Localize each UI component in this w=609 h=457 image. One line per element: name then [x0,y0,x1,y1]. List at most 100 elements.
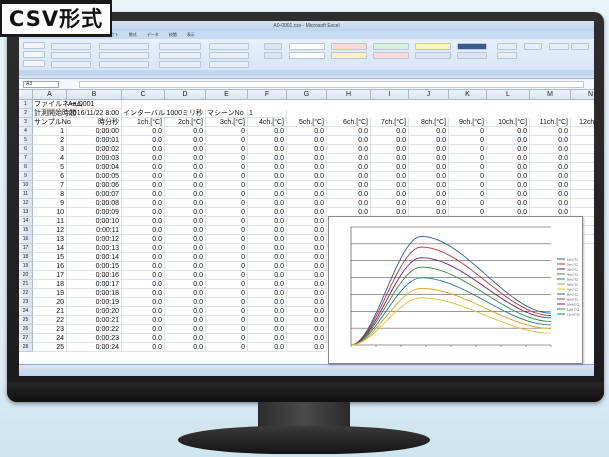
cell[interactable]: 0:00:24 [67,343,122,352]
cell[interactable]: 0.0 [327,190,371,199]
cell[interactable]: 0 [206,316,248,325]
cell[interactable]: 0.0 [248,289,287,298]
cell[interactable]: 0 [206,289,248,298]
cell[interactable]: 0.0 [530,199,571,208]
cell[interactable]: 0.0 [287,316,327,325]
column-header[interactable]: K [449,90,487,100]
cell[interactable]: 0.0 [530,181,571,190]
cell[interactable]: 0.0 [122,289,165,298]
ribbon-button[interactable] [415,52,451,59]
cell[interactable]: 0.0 [248,244,287,253]
cell[interactable]: 0 [206,226,248,235]
ribbon-tab[interactable]: 表示 [187,31,195,39]
ribbon-button[interactable] [524,43,542,50]
cell[interactable]: 0.0 [487,163,530,172]
cell[interactable]: 0 [206,325,248,334]
cell[interactable]: 0.0 [165,208,206,217]
cell[interactable]: 0.0 [248,181,287,190]
cell[interactable]: 0.0 [530,172,571,181]
cell[interactable]: 0 [449,154,487,163]
cell[interactable]: 0 [449,172,487,181]
ribbon-button[interactable] [264,43,282,50]
ribbon-tab[interactable]: 数式 [129,31,137,39]
cell[interactable]: 0.0 [248,154,287,163]
cell[interactable]: 0 [206,253,248,262]
cell[interactable]: 0.0 [327,154,371,163]
cell[interactable]: 0.0 [371,145,409,154]
cell[interactable]: 0.0 [165,127,206,136]
cell[interactable]: 10ch.[°C] [487,118,530,127]
row-header[interactable]: 27 [19,334,33,343]
cell[interactable]: 0:00:23 [67,334,122,343]
cell[interactable]: 2 [33,136,67,145]
cell[interactable]: 0.0 [530,154,571,163]
cell[interactable]: 0:00:03 [67,154,122,163]
cell[interactable]: 5ch.[°C] [287,118,327,127]
cell[interactable]: 0 [206,208,248,217]
row-header[interactable]: 14 [19,217,33,226]
ribbon-button[interactable] [51,52,91,59]
formula-bar[interactable] [79,81,584,88]
cell[interactable]: 0:00:11 [67,226,122,235]
cell[interactable]: 0.0 [287,289,327,298]
cell[interactable]: 0.0 [287,307,327,316]
row-header[interactable]: 19 [19,262,33,271]
cell[interactable]: 0 [449,145,487,154]
ribbon-button[interactable] [159,43,201,50]
cell[interactable]: 15 [33,253,67,262]
cell[interactable]: 0.0 [487,199,530,208]
embedded-line-chart[interactable]: 1ch.[°C] 2ch.[°C] 3ch.[°C] 4ch.[°C] 5ch.[°C]… [328,216,583,364]
cell[interactable]: 0 [449,163,487,172]
cell[interactable]: 0.0 [122,226,165,235]
row-header[interactable]: 8 [19,163,33,172]
cell[interactable]: 0 [206,334,248,343]
cell[interactable]: 0.0 [487,154,530,163]
cell[interactable]: 6 [33,172,67,181]
cell[interactable]: 2016/11/22 8:00 [67,109,122,118]
cell[interactable]: 0.0 [530,145,571,154]
cell[interactable]: 4ch.[°C] [248,118,287,127]
cell[interactable]: 0.0 [287,181,327,190]
cell[interactable]: 0:00:18 [67,289,122,298]
cell[interactable]: 0.0 [122,235,165,244]
cell[interactable]: 0.0 [287,226,327,235]
cell[interactable]: 0.0 [371,199,409,208]
cell[interactable]: 3 [33,145,67,154]
cell[interactable]: 0 [206,127,248,136]
cell[interactable]: 0.0 [122,127,165,136]
cell[interactable]: 0.0 [287,298,327,307]
cell[interactable]: 19 [33,289,67,298]
select-all-corner[interactable] [19,90,33,100]
row-header[interactable]: 26 [19,325,33,334]
cell[interactable]: 12 [33,226,67,235]
row-header[interactable]: 3 [19,118,33,127]
cell[interactable]: 4 [33,154,67,163]
cell[interactable]: 14 [33,244,67,253]
cell[interactable]: 0.0 [165,262,206,271]
column-header[interactable]: I [371,90,409,100]
row-header[interactable]: 11 [19,190,33,199]
cell[interactable]: 0.0 [165,253,206,262]
ribbon-button[interactable] [209,61,249,68]
cell[interactable]: 0.0 [287,253,327,262]
cell[interactable]: 0.0 [287,163,327,172]
cell[interactable]: 11 [33,217,67,226]
ribbon-button[interactable] [51,61,91,68]
cell[interactable]: 0.0 [327,145,371,154]
row-header[interactable]: 2 [19,109,33,118]
cell[interactable]: 0.0 [248,307,287,316]
cell[interactable]: 0.0 [487,181,530,190]
cell[interactable]: 0.0 [122,190,165,199]
cell[interactable]: 0.0 [571,154,594,163]
column-header[interactable]: F [248,90,287,100]
cell[interactable]: 0.0 [287,325,327,334]
cell[interactable]: 0.0 [248,127,287,136]
cell[interactable]: 0.0 [122,343,165,352]
cell[interactable]: 0.0 [165,280,206,289]
cell[interactable]: 0.0 [122,325,165,334]
ribbon-tab[interactable]: データ [147,31,159,39]
cell[interactable]: 10 [33,208,67,217]
cell[interactable]: 0:00:12 [67,235,122,244]
cell[interactable]: 0.0 [122,253,165,262]
row-header[interactable]: 25 [19,316,33,325]
